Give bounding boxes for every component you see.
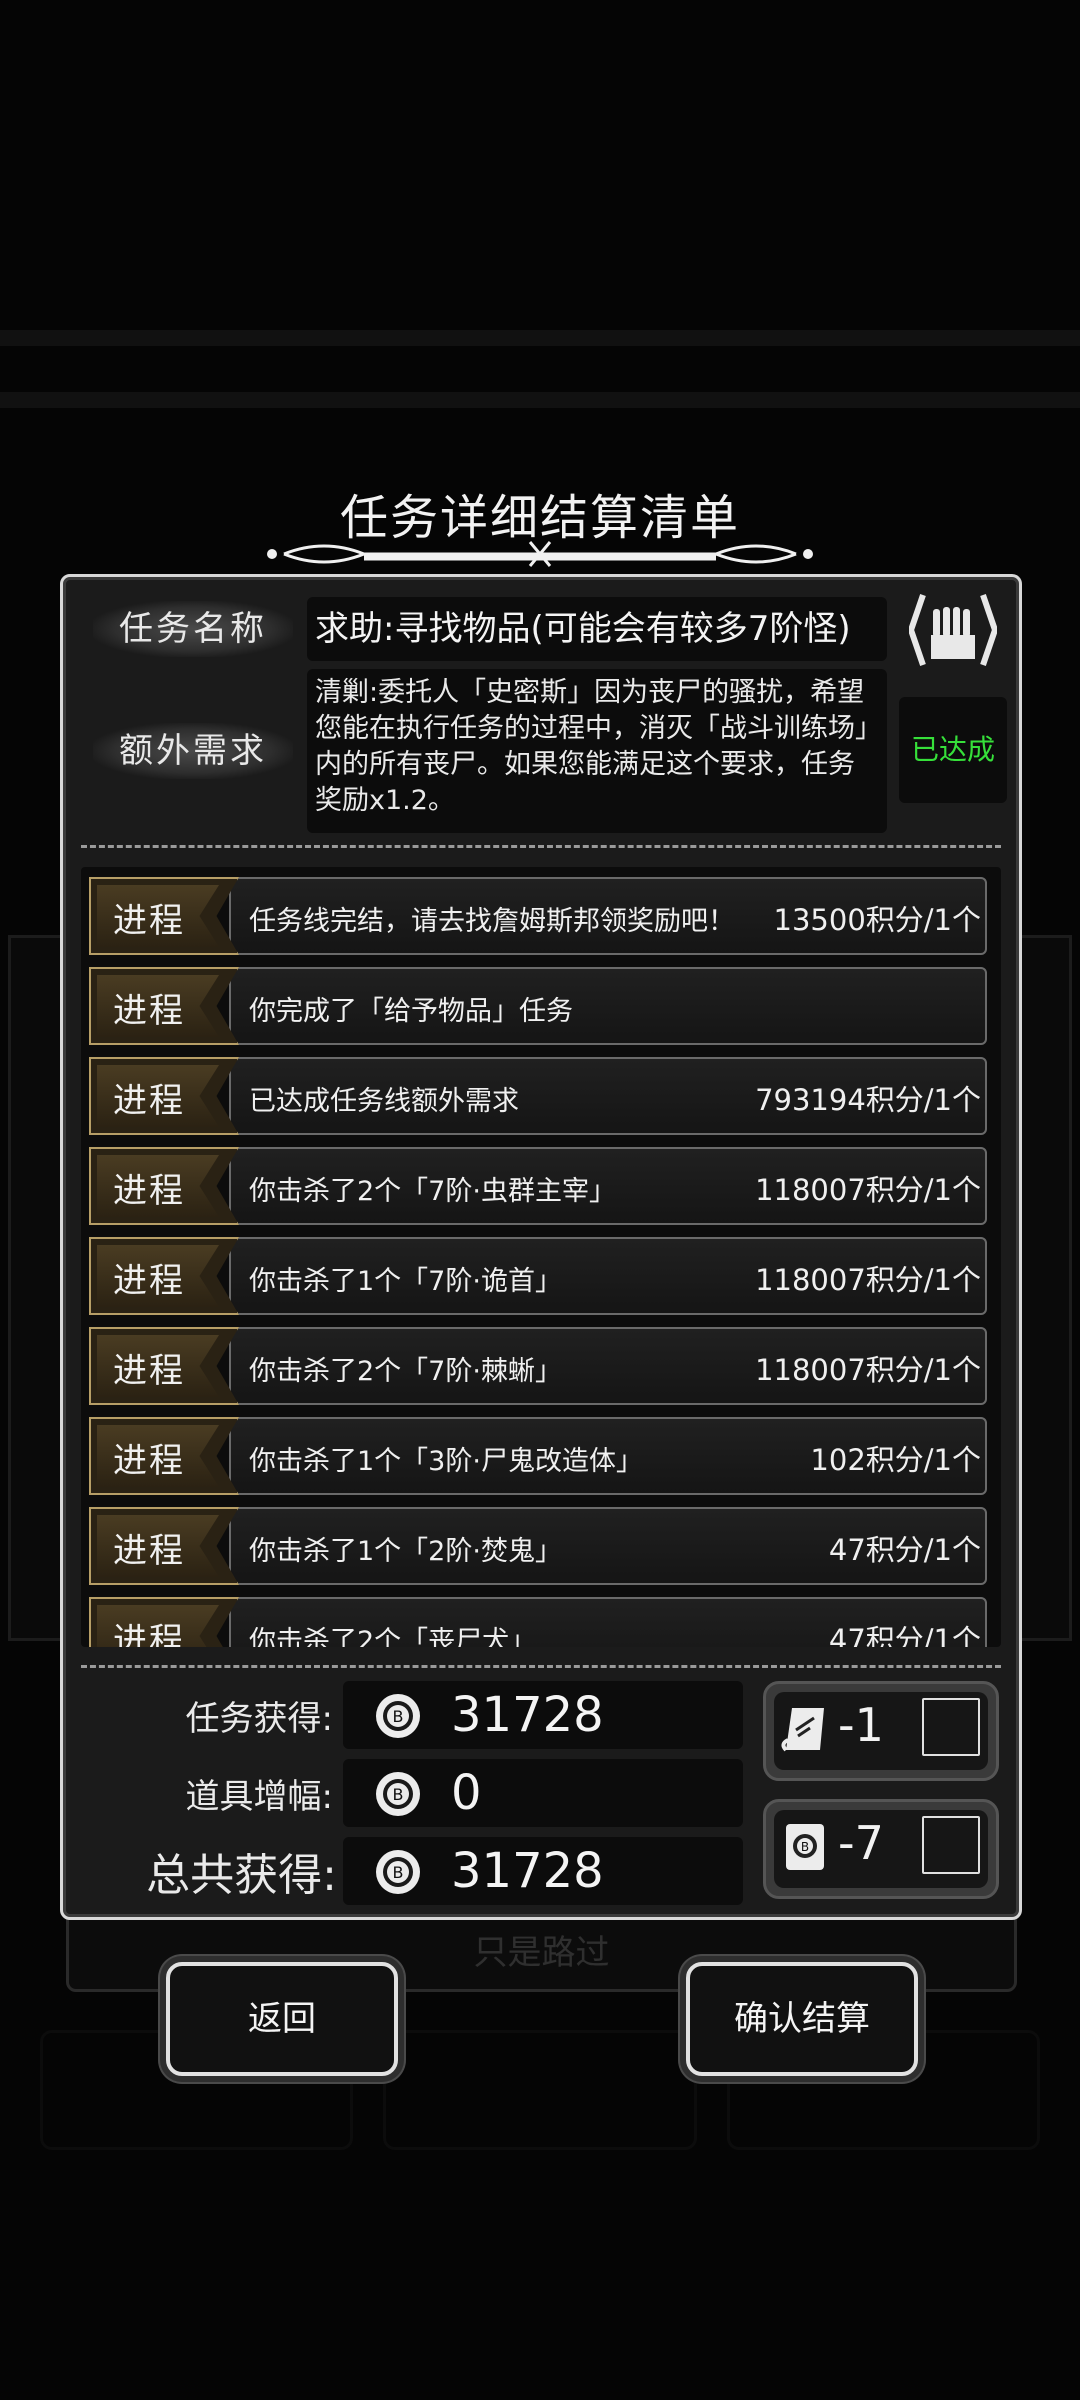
svg-text:B: B bbox=[393, 1707, 404, 1726]
progress-text: 你击杀了2个「7阶·棘蜥」 bbox=[249, 1356, 562, 1387]
progress-tag-label: 进程 bbox=[113, 1081, 185, 1121]
progress-row: 进程 你击杀了2个「丧尸犬」 47积分/1个 bbox=[89, 1597, 987, 1647]
progress-points: 118007积分/1个 bbox=[755, 1263, 981, 1297]
item-slot-scroll[interactable]: -1 bbox=[763, 1681, 999, 1781]
item-bonus-value: 0 bbox=[451, 1765, 482, 1821]
progress-row: 进程 你击杀了1个「3阶·尸鬼改造体」 102积分/1个 bbox=[89, 1417, 987, 1497]
progress-text: 你击杀了1个「3阶·尸鬼改造体」 bbox=[249, 1446, 643, 1477]
progress-tag: 进程 bbox=[89, 1327, 239, 1405]
progress-row: 进程 你击杀了1个「2阶·焚鬼」 47积分/1个 bbox=[89, 1507, 987, 1587]
progress-tag: 进程 bbox=[89, 877, 239, 955]
item-slot-checkbox[interactable] bbox=[922, 1816, 980, 1874]
item-slot-value: -1 bbox=[838, 1698, 884, 1752]
coin-icon: B bbox=[376, 1772, 420, 1816]
svg-text:B: B bbox=[393, 1863, 404, 1882]
extra-requirement-text: 清剿:委托人「史密斯」因为丧尸的骚扰，希望您能在执行任务的过程中，消灭「战斗训练… bbox=[307, 669, 887, 833]
progress-row: 进程 你击杀了1个「7阶·诡首」 118007积分/1个 bbox=[89, 1237, 987, 1317]
progress-tag-label: 进程 bbox=[113, 1441, 185, 1481]
progress-tag: 进程 bbox=[89, 1417, 239, 1495]
item-bonus-box: B 0 bbox=[343, 1759, 743, 1827]
divider bbox=[81, 845, 1001, 848]
progress-tag-label: 进程 bbox=[113, 1261, 185, 1301]
progress-tag: 进程 bbox=[89, 967, 239, 1045]
progress-text: 你击杀了1个「7阶·诡首」 bbox=[249, 1266, 562, 1297]
item-slot-coin-scroll[interactable]: B -7 bbox=[763, 1799, 999, 1899]
progress-text: 任务线完结，请去找詹姆斯邦领奖励吧！ bbox=[249, 906, 735, 937]
progress-points: 102积分/1个 bbox=[810, 1443, 981, 1477]
extra-status-badge: 已达成 bbox=[899, 697, 1007, 803]
coin-icon: B bbox=[376, 1694, 420, 1738]
item-slot-checkbox[interactable] bbox=[922, 1698, 980, 1756]
coin-scroll-icon: B bbox=[786, 1824, 824, 1870]
progress-tag: 进程 bbox=[89, 1057, 239, 1135]
progress-text: 你击杀了1个「2阶·焚鬼」 bbox=[249, 1536, 562, 1567]
progress-text: 你击杀了2个「丧尸犬」 bbox=[249, 1626, 537, 1647]
progress-tag: 进程 bbox=[89, 1147, 239, 1225]
scroll-icon bbox=[781, 1708, 824, 1752]
progress-row: 进程 你击杀了2个「7阶·虫群主宰」 118007积分/1个 bbox=[89, 1147, 987, 1227]
divider bbox=[81, 1665, 1001, 1668]
progress-tag-label: 进程 bbox=[113, 901, 185, 941]
background-strip bbox=[0, 392, 1080, 408]
total-earnings-box: B 31728 bbox=[343, 1837, 743, 1905]
coin-icon: B bbox=[376, 1850, 420, 1894]
svg-text:B: B bbox=[801, 1840, 809, 1854]
progress-points: 118007积分/1个 bbox=[755, 1173, 981, 1207]
background-strip bbox=[0, 330, 1080, 346]
progress-tag-label: 进程 bbox=[113, 1531, 185, 1571]
settlement-panel: 任务名称 求助:寻找物品(可能会有较多7阶怪) 额外需求 清剿:委托人「史密斯」… bbox=[60, 574, 1022, 1920]
svg-text:B: B bbox=[393, 1785, 404, 1804]
progress-points: 13500积分/1个 bbox=[773, 903, 981, 937]
item-bonus-label: 道具增幅: bbox=[185, 1777, 333, 1817]
progress-points: 793194积分/1个 bbox=[755, 1083, 981, 1117]
progress-row: 进程 你完成了「给予物品」任务 bbox=[89, 967, 987, 1047]
item-slot-value: -7 bbox=[838, 1816, 884, 1870]
progress-tag-label: 进程 bbox=[113, 1351, 185, 1391]
confirm-settlement-button[interactable]: 确认结算 bbox=[686, 1962, 918, 2076]
progress-tag: 进程 bbox=[89, 1507, 239, 1585]
progress-text: 你完成了「给予物品」任务 bbox=[249, 996, 573, 1027]
progress-points: 118007积分/1个 bbox=[755, 1353, 981, 1387]
progress-row: 进程 已达成任务线额外需求 793194积分/1个 bbox=[89, 1057, 987, 1137]
task-name-label: 任务名称 bbox=[93, 601, 293, 657]
progress-list[interactable]: 进程 任务线完结，请去找詹姆斯邦领奖励吧！ 13500积分/1个 进程 你完成了… bbox=[81, 867, 1001, 1647]
task-earnings-box: B 31728 bbox=[343, 1681, 743, 1749]
progress-tag-label: 进程 bbox=[113, 1171, 185, 1211]
progress-tag-label: 进程 bbox=[113, 1621, 185, 1647]
title-flourish-icon bbox=[267, 541, 813, 567]
progress-tag: 进程 bbox=[89, 1237, 239, 1315]
task-earnings-label: 任务获得: bbox=[185, 1699, 333, 1739]
progress-text: 你击杀了2个「7阶·虫群主宰」 bbox=[249, 1176, 616, 1207]
task-earnings-value: 31728 bbox=[451, 1687, 604, 1743]
total-earnings-value: 31728 bbox=[451, 1843, 604, 1899]
task-name-value: 求助:寻找物品(可能会有较多7阶怪) bbox=[307, 597, 887, 661]
progress-tag: 进程 bbox=[89, 1597, 239, 1647]
progress-points: 47积分/1个 bbox=[828, 1623, 981, 1647]
progress-points: 47积分/1个 bbox=[828, 1533, 981, 1567]
progress-text: 已达成任务线额外需求 bbox=[249, 1086, 519, 1117]
ammo-clip-icon bbox=[909, 594, 997, 666]
progress-row: 进程 你击杀了2个「7阶·棘蜥」 118007积分/1个 bbox=[89, 1327, 987, 1407]
extra-requirement-label: 额外需求 bbox=[93, 723, 293, 779]
total-earnings-label: 总共获得: bbox=[146, 1850, 337, 1901]
progress-row: 进程 任务线完结，请去找詹姆斯邦领奖励吧！ 13500积分/1个 bbox=[89, 877, 987, 957]
back-button[interactable]: 返回 bbox=[166, 1962, 398, 2076]
progress-tag-label: 进程 bbox=[113, 991, 185, 1031]
